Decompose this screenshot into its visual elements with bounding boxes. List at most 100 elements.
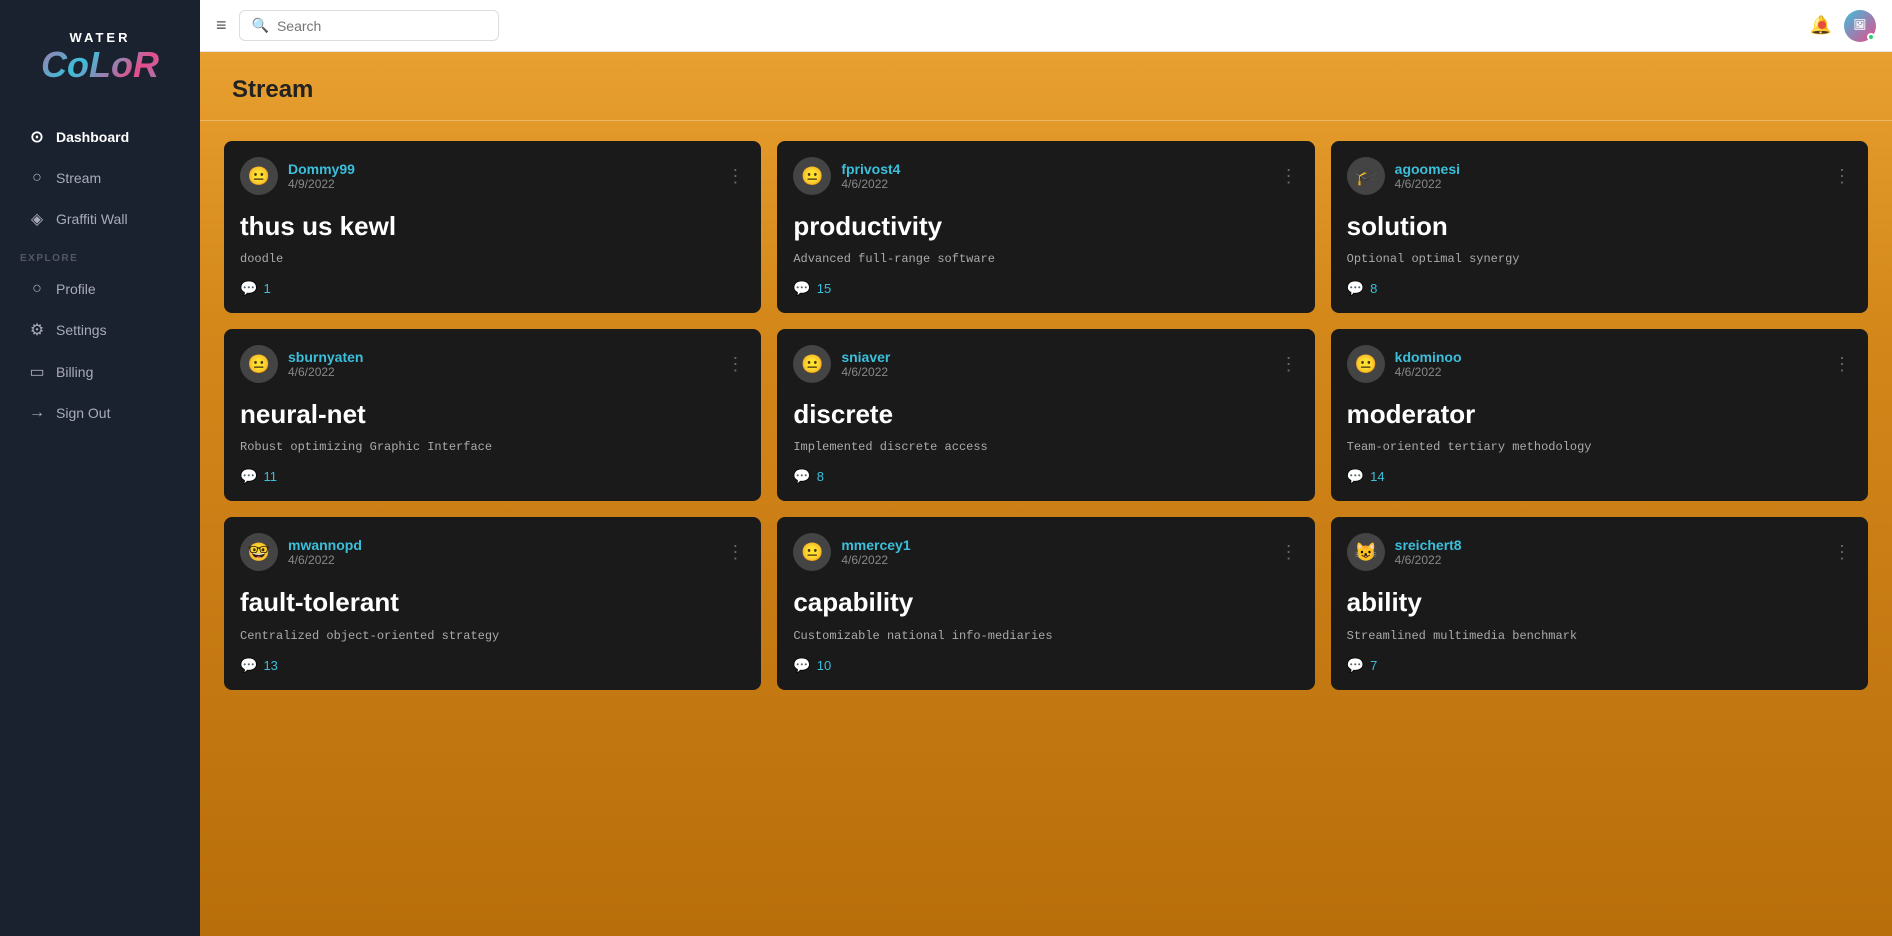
sidebar-item-stream[interactable]: ○ Stream bbox=[8, 159, 192, 197]
stream-card-8[interactable]: 😐 mmercey1 4/6/2022 ⋮ capability Customi… bbox=[777, 517, 1314, 689]
stream-card-3[interactable]: 🎓 agoomesi 4/6/2022 ⋮ solution Optional … bbox=[1331, 141, 1868, 313]
card-date-7: 4/6/2022 bbox=[288, 553, 362, 567]
card-comments-2[interactable]: 💬 15 bbox=[793, 280, 1298, 297]
sidebar-label-sign-out: Sign Out bbox=[56, 405, 110, 421]
explore-section-label: EXPLORE bbox=[0, 241, 200, 268]
comment-count-2: 15 bbox=[817, 281, 831, 296]
stream-card-9[interactable]: 😺 sreichert8 4/6/2022 ⋮ ability Streamli… bbox=[1331, 517, 1868, 689]
main-area: ≡ 🔍 🔔 🖼 Stream 😐 Dommy99 4/9/2 bbox=[200, 0, 1892, 936]
card-user-info-5: 😐 sniaver 4/6/2022 bbox=[793, 345, 890, 383]
sidebar-label-settings: Settings bbox=[56, 322, 107, 338]
content-header: Stream bbox=[200, 52, 1892, 121]
card-date-3: 4/6/2022 bbox=[1395, 177, 1460, 191]
dashboard-icon: ⊙ bbox=[28, 127, 46, 147]
card-username-4[interactable]: sburnyaten bbox=[288, 349, 363, 365]
card-description-8: Customizable national info-mediaries bbox=[793, 629, 1298, 643]
card-description-5: Implemented discrete access bbox=[793, 440, 1298, 454]
card-header-6: 😐 kdominoo 4/6/2022 ⋮ bbox=[1347, 345, 1852, 383]
card-comments-9[interactable]: 💬 7 bbox=[1347, 657, 1852, 674]
card-avatar-5: 😐 bbox=[793, 345, 831, 383]
card-avatar-1: 😐 bbox=[240, 157, 278, 195]
comment-icon-2: 💬 bbox=[793, 280, 810, 297]
stream-card-1[interactable]: 😐 Dommy99 4/9/2022 ⋮ thus us kewl doodle… bbox=[224, 141, 761, 313]
sidebar-item-dashboard[interactable]: ⊙ Dashboard bbox=[8, 117, 192, 157]
card-title-4: neural-net bbox=[240, 399, 745, 430]
card-date-2: 4/6/2022 bbox=[841, 177, 900, 191]
card-description-7: Centralized object-oriented strategy bbox=[240, 629, 745, 643]
card-description-1: doodle bbox=[240, 252, 745, 266]
hamburger-icon[interactable]: ≡ bbox=[216, 15, 227, 36]
card-comments-5[interactable]: 💬 8 bbox=[793, 468, 1298, 485]
stream-cards-grid: 😐 Dommy99 4/9/2022 ⋮ thus us kewl doodle… bbox=[200, 121, 1892, 710]
card-title-1: thus us kewl bbox=[240, 211, 745, 242]
stream-card-2[interactable]: 😐 fprivost4 4/6/2022 ⋮ productivity Adva… bbox=[777, 141, 1314, 313]
search-box: 🔍 bbox=[239, 10, 499, 41]
sidebar-item-settings[interactable]: ⚙ Settings bbox=[8, 310, 192, 350]
card-comments-3[interactable]: 💬 8 bbox=[1347, 280, 1852, 297]
notification-bell[interactable]: 🔔 bbox=[1810, 15, 1832, 36]
online-status-dot bbox=[1867, 33, 1875, 41]
card-description-6: Team-oriented tertiary methodology bbox=[1347, 440, 1852, 454]
logo-water: WATER bbox=[10, 30, 190, 45]
card-comments-6[interactable]: 💬 14 bbox=[1347, 468, 1852, 485]
card-comments-1[interactable]: 💬 1 bbox=[240, 280, 745, 297]
comment-icon-9: 💬 bbox=[1347, 657, 1364, 674]
sidebar-item-sign-out[interactable]: → Sign Out bbox=[8, 394, 192, 432]
stream-card-5[interactable]: 😐 sniaver 4/6/2022 ⋮ discrete Implemente… bbox=[777, 329, 1314, 501]
card-more-menu-2[interactable]: ⋮ bbox=[1280, 166, 1299, 187]
comment-count-4: 11 bbox=[263, 469, 277, 484]
card-user-info-6: 😐 kdominoo 4/6/2022 bbox=[1347, 345, 1462, 383]
sidebar-main-nav: ⊙ Dashboard ○ Stream ◈ Graffiti Wall EXP… bbox=[0, 115, 200, 454]
card-username-1[interactable]: Dommy99 bbox=[288, 161, 355, 177]
stream-card-7[interactable]: 🤓 mwannopd 4/6/2022 ⋮ fault-tolerant Cen… bbox=[224, 517, 761, 689]
sidebar-label-stream: Stream bbox=[56, 170, 101, 186]
profile-icon: ○ bbox=[28, 280, 46, 298]
search-input[interactable] bbox=[277, 18, 486, 34]
stream-card-6[interactable]: 😐 kdominoo 4/6/2022 ⋮ moderator Team-ori… bbox=[1331, 329, 1868, 501]
comment-count-7: 13 bbox=[263, 658, 277, 673]
card-username-9[interactable]: sreichert8 bbox=[1395, 537, 1462, 553]
card-comments-7[interactable]: 💬 13 bbox=[240, 657, 745, 674]
card-user-info-4: 😐 sburnyaten 4/6/2022 bbox=[240, 345, 363, 383]
card-user-info-1: 😐 Dommy99 4/9/2022 bbox=[240, 157, 355, 195]
card-username-6[interactable]: kdominoo bbox=[1395, 349, 1462, 365]
logo-color: CoLoR bbox=[10, 45, 190, 85]
comment-icon-3: 💬 bbox=[1347, 280, 1364, 297]
card-username-8[interactable]: mmercey1 bbox=[841, 537, 910, 553]
sidebar-item-profile[interactable]: ○ Profile bbox=[8, 270, 192, 308]
card-username-7[interactable]: mwannopd bbox=[288, 537, 362, 553]
card-user-info-2: 😐 fprivost4 4/6/2022 bbox=[793, 157, 900, 195]
card-comments-4[interactable]: 💬 11 bbox=[240, 468, 745, 485]
sidebar-item-billing[interactable]: ▭ Billing bbox=[8, 352, 192, 392]
card-more-menu-8[interactable]: ⋮ bbox=[1280, 542, 1299, 563]
card-username-5[interactable]: sniaver bbox=[841, 349, 890, 365]
topbar: ≡ 🔍 🔔 🖼 bbox=[200, 0, 1892, 52]
comment-icon-4: 💬 bbox=[240, 468, 257, 485]
card-more-menu-3[interactable]: ⋮ bbox=[1833, 166, 1852, 187]
card-username-3[interactable]: agoomesi bbox=[1395, 161, 1460, 177]
card-more-menu-4[interactable]: ⋮ bbox=[726, 354, 745, 375]
card-date-6: 4/6/2022 bbox=[1395, 365, 1462, 379]
stream-card-4[interactable]: 😐 sburnyaten 4/6/2022 ⋮ neural-net Robus… bbox=[224, 329, 761, 501]
card-username-2[interactable]: fprivost4 bbox=[841, 161, 900, 177]
card-avatar-6: 😐 bbox=[1347, 345, 1385, 383]
card-more-menu-1[interactable]: ⋮ bbox=[726, 166, 745, 187]
card-avatar-9: 😺 bbox=[1347, 533, 1385, 571]
card-comments-8[interactable]: 💬 10 bbox=[793, 657, 1298, 674]
card-header-4: 😐 sburnyaten 4/6/2022 ⋮ bbox=[240, 345, 745, 383]
logo-area: WATER CoLoR bbox=[0, 10, 200, 115]
card-title-7: fault-tolerant bbox=[240, 587, 745, 618]
card-description-2: Advanced full-range software bbox=[793, 252, 1298, 266]
sidebar-item-graffiti-wall[interactable]: ◈ Graffiti Wall bbox=[8, 199, 192, 239]
user-avatar-badge[interactable]: 🖼 bbox=[1844, 10, 1876, 42]
card-avatar-3: 🎓 bbox=[1347, 157, 1385, 195]
card-avatar-7: 🤓 bbox=[240, 533, 278, 571]
comment-icon-1: 💬 bbox=[240, 280, 257, 297]
card-more-menu-7[interactable]: ⋮ bbox=[726, 542, 745, 563]
avatar-initials: 🖼 bbox=[1854, 20, 1867, 31]
card-more-menu-9[interactable]: ⋮ bbox=[1833, 542, 1852, 563]
card-more-menu-5[interactable]: ⋮ bbox=[1280, 354, 1299, 375]
card-description-3: Optional optimal synergy bbox=[1347, 252, 1852, 266]
card-header-9: 😺 sreichert8 4/6/2022 ⋮ bbox=[1347, 533, 1852, 571]
card-more-menu-6[interactable]: ⋮ bbox=[1833, 354, 1852, 375]
